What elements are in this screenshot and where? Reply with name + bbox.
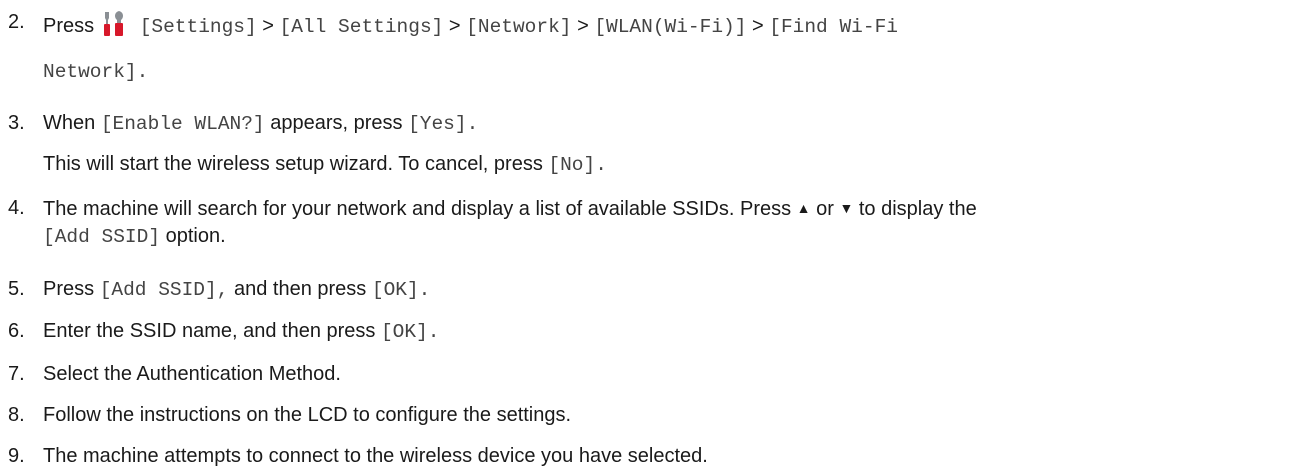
ok-code: [OK]. <box>380 321 440 343</box>
step-number: 4. <box>8 197 25 219</box>
step-text: Enter the SSID name, and then press <box>43 320 376 342</box>
step-number: 5. <box>8 278 25 300</box>
settings-tools-icon <box>100 10 128 38</box>
enable-wlan-code: [Enable WLAN?] <box>100 113 265 135</box>
menu-path-network: [Network] <box>466 16 572 38</box>
step-3-note: This will start the wireless setup wizar… <box>43 152 607 177</box>
step-content: Press [Settings] > [All Settings] > [Net… <box>43 10 898 39</box>
yes-code: [Yes]. <box>408 113 479 135</box>
step-number: 6. <box>8 320 25 342</box>
step-note-text: This will start the wireless setup wizar… <box>43 153 543 175</box>
separator: > <box>577 15 589 37</box>
step-content: Enter the SSID name, and then press [OK]… <box>43 319 440 344</box>
ok-code: [OK]. <box>371 279 431 301</box>
step-content: Press [Add SSID], and then press [OK]. <box>43 277 430 302</box>
step-content: The machine will search for your network… <box>43 196 977 221</box>
step-text: Select the Authentication Method. <box>43 363 341 385</box>
menu-path-wlan: [WLAN(Wi-Fi)] <box>594 16 747 38</box>
down-arrow-icon: ▼ <box>839 200 854 216</box>
menu-path-all-settings: [All Settings] <box>279 16 444 38</box>
step-text: Follow the instructions on the LCD to co… <box>43 404 572 426</box>
step-text: and then press <box>233 278 367 300</box>
step-content: When [Enable WLAN?] appears, press [Yes]… <box>43 111 478 136</box>
step-text: to display the <box>858 198 977 220</box>
step-text: When <box>43 112 96 134</box>
step-text: Press <box>43 15 95 37</box>
add-ssid-code: [Add SSID] <box>43 226 161 248</box>
menu-path-find-wifi-cont: Network]. <box>43 61 149 83</box>
no-code: [No]. <box>548 154 607 176</box>
separator: > <box>262 15 274 37</box>
step-text: appears, press <box>270 112 403 134</box>
menu-path-settings: [Settings] <box>139 16 257 38</box>
step-text: option. <box>165 225 226 247</box>
menu-path-find-wifi: [Find Wi-Fi <box>769 16 898 38</box>
add-ssid-code: [Add SSID], <box>99 279 229 301</box>
step-text: The machine attempts to connect to the w… <box>43 445 708 467</box>
up-arrow-icon: ▲ <box>796 200 811 216</box>
step-text: Press <box>43 278 95 300</box>
step-number: 9. <box>8 445 25 467</box>
step-number: 7. <box>8 363 25 385</box>
step-number: 8. <box>8 404 25 426</box>
step-number: 3. <box>8 112 25 134</box>
separator: > <box>752 15 764 37</box>
step-number: 2. <box>8 11 25 33</box>
step-text: The machine will search for your network… <box>43 198 792 220</box>
separator: > <box>448 15 461 37</box>
step-4-cont: [Add SSID] option. <box>43 224 226 249</box>
step-text: or <box>816 198 834 220</box>
